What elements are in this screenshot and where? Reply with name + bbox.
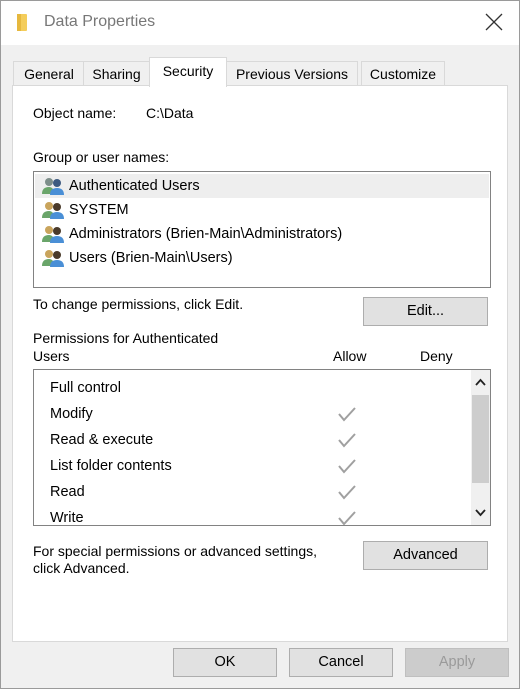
group-name: Users (Brien-Main\Users) — [69, 250, 233, 266]
group-name: Authenticated Users — [69, 178, 200, 194]
folder-icon — [17, 14, 27, 31]
permission-row: Full control — [34, 375, 464, 401]
permissions-list: Full control Modify Read & execute List fol… — [33, 369, 491, 526]
permission-name: Read — [50, 484, 85, 500]
permission-name: Write — [50, 510, 84, 526]
permissions-scrollbar[interactable] — [471, 370, 490, 525]
tab-customize[interactable]: Customize — [361, 61, 445, 86]
tab-security[interactable]: Security — [149, 57, 227, 87]
cancel-button[interactable]: Cancel — [289, 648, 393, 677]
scroll-up-button[interactable] — [471, 370, 490, 394]
permission-name: Read & execute — [50, 432, 154, 448]
advanced-hint: For special permissions or advanced sett… — [33, 543, 318, 559]
permissions-label: Permissions for Authenticated — [33, 330, 219, 346]
object-name-label: Object name: — [33, 105, 117, 121]
users-group-icon — [42, 250, 64, 267]
allow-check-icon — [336, 509, 358, 525]
permissions-label-line2: Users — [33, 348, 70, 364]
tab-general[interactable]: General — [13, 61, 85, 86]
ok-button[interactable]: OK — [173, 648, 277, 677]
allow-check-icon — [336, 483, 358, 501]
list-item[interactable]: Users (Brien-Main\Users) — [35, 246, 489, 270]
permission-name: List folder contents — [50, 458, 172, 474]
advanced-hint-line2: click Advanced. — [33, 560, 130, 576]
scroll-down-button[interactable] — [471, 501, 490, 525]
users-group-icon — [42, 202, 64, 219]
properties-dialog: Data Properties General Sharing Security… — [0, 0, 520, 689]
list-item[interactable]: Administrators (Brien-Main\Administrator… — [35, 222, 489, 246]
permission-row: Read — [34, 479, 464, 505]
permission-row: List folder contents — [34, 453, 464, 479]
object-name-value: C:\Data — [146, 105, 194, 121]
chevron-up-icon — [475, 378, 486, 386]
deny-column-header: Deny — [420, 348, 453, 364]
security-panel: Object name: C:\Data Group or user names… — [12, 85, 508, 642]
change-permissions-hint: To change permissions, click Edit. — [33, 296, 244, 312]
permission-row: Modify — [34, 401, 464, 427]
users-group-icon — [42, 178, 64, 195]
group-name: Administrators (Brien-Main\Administrator… — [69, 226, 343, 242]
allow-check-icon — [336, 431, 358, 449]
list-item[interactable]: SYSTEM — [35, 198, 489, 222]
close-icon — [485, 13, 503, 31]
apply-button[interactable]: Apply — [405, 648, 509, 677]
group-name: SYSTEM — [69, 202, 129, 218]
title-bar: Data Properties — [1, 1, 519, 45]
group-names-label: Group or user names: — [33, 149, 170, 165]
tab-sharing[interactable]: Sharing — [83, 61, 150, 86]
group-user-list[interactable]: Authenticated Users SYSTEM Administrator… — [33, 171, 491, 288]
allow-column-header: Allow — [333, 348, 367, 364]
scroll-thumb[interactable] — [472, 395, 489, 483]
advanced-button[interactable]: Advanced — [363, 541, 488, 570]
edit-button[interactable]: Edit... — [363, 297, 488, 326]
allow-check-icon — [336, 405, 358, 423]
tab-previous-versions[interactable]: Previous Versions — [226, 61, 358, 86]
permission-row: Write — [34, 505, 464, 526]
close-button[interactable] — [483, 11, 505, 33]
window-title: Data Properties — [44, 13, 156, 30]
permission-name: Full control — [50, 380, 121, 396]
permission-name: Modify — [50, 406, 93, 422]
users-group-icon — [42, 226, 64, 243]
allow-check-icon — [336, 457, 358, 475]
list-item[interactable]: Authenticated Users — [35, 174, 489, 198]
chevron-down-icon — [475, 509, 486, 517]
permission-row: Read & execute — [34, 427, 464, 453]
